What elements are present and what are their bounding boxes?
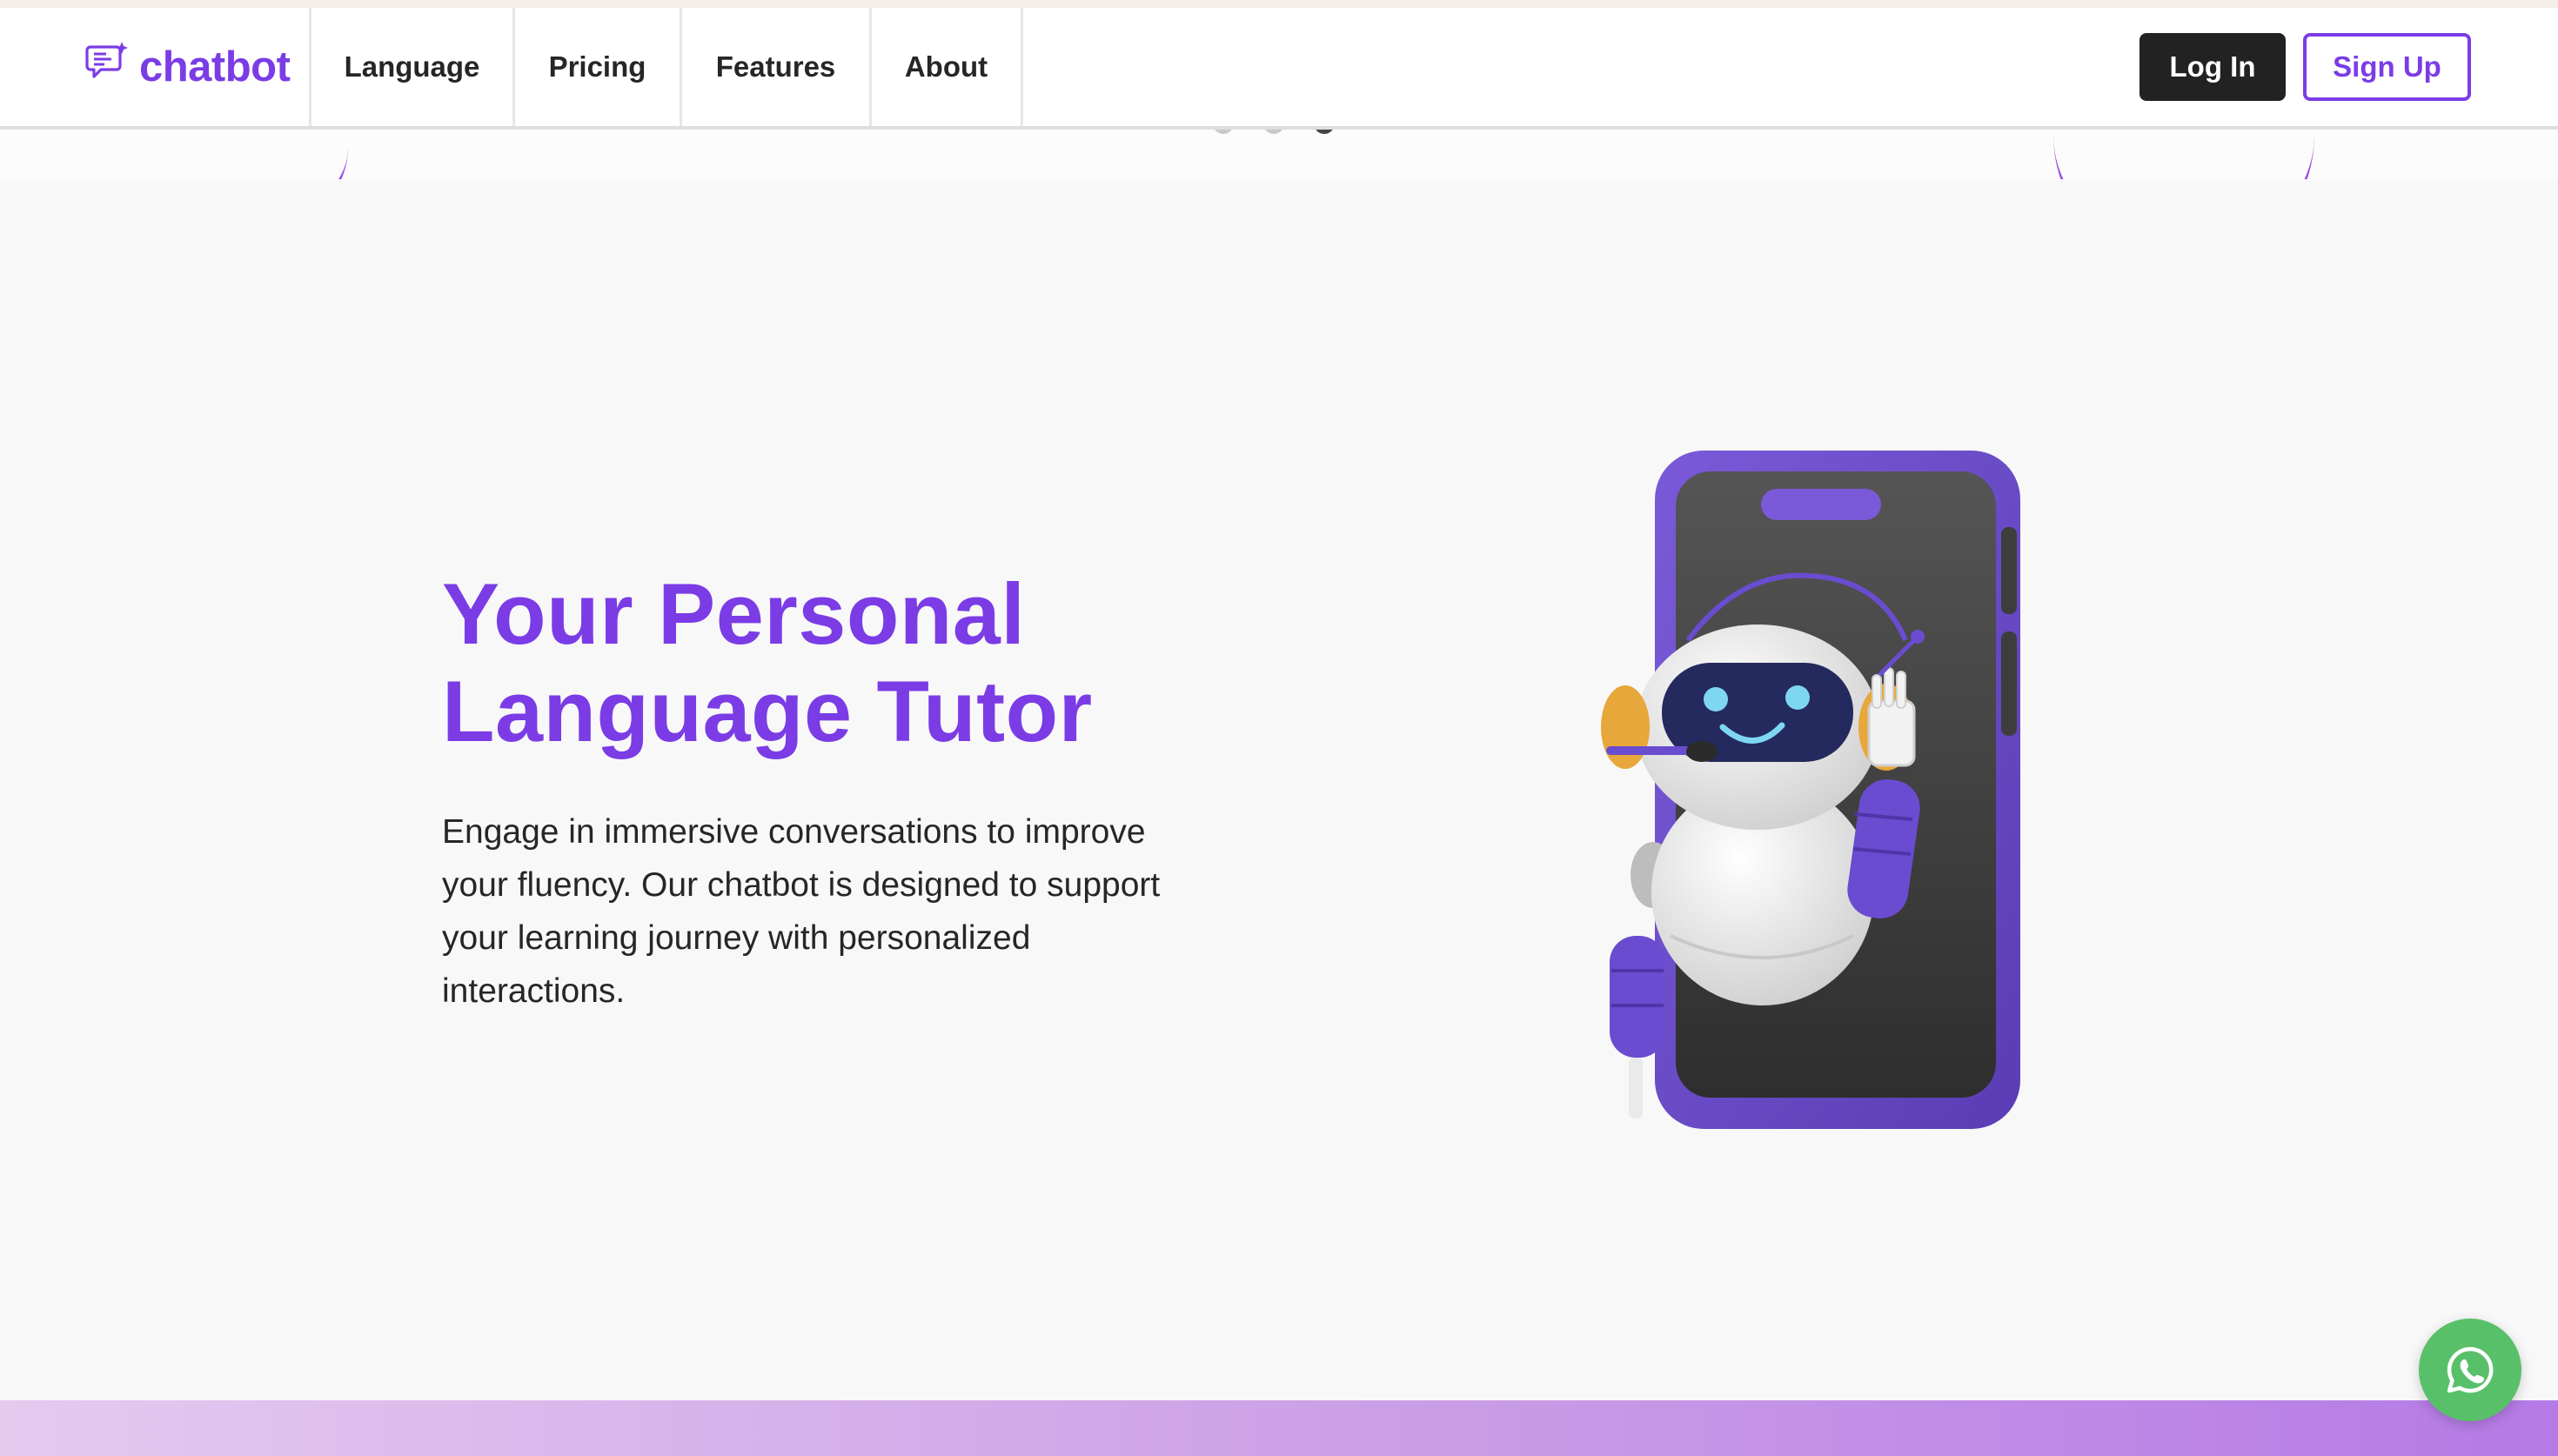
navbar: chatbot Language Pricing Features About … bbox=[0, 8, 2558, 130]
brand-logo[interactable]: chatbot bbox=[0, 8, 311, 126]
hero-title-line-2: Language Tutor bbox=[442, 663, 1093, 759]
carousel-remnant bbox=[0, 122, 2558, 179]
nav-pricing[interactable]: Pricing bbox=[515, 8, 682, 126]
brand-name: chatbot bbox=[139, 43, 291, 90]
top-accent-bar bbox=[0, 0, 2558, 8]
login-button[interactable]: Log In bbox=[2139, 33, 2286, 101]
page: chatbot Language Pricing Features About … bbox=[0, 0, 2558, 1456]
nav-features[interactable]: Features bbox=[682, 8, 872, 126]
decorative-blob-left bbox=[0, 122, 348, 179]
nav-about[interactable]: About bbox=[872, 8, 1023, 126]
hero-section: Your Personal Language Tutor Engage in i… bbox=[442, 565, 1173, 1018]
bottom-gradient-band bbox=[0, 1400, 2558, 1456]
hero-title: Your Personal Language Tutor bbox=[442, 565, 1173, 760]
hero-title-line-1: Your Personal bbox=[442, 565, 1026, 662]
hero-description: Engage in immersive conversations to imp… bbox=[442, 813, 1161, 1010]
signup-button[interactable]: Sign Up bbox=[2303, 33, 2471, 101]
whatsapp-icon bbox=[2447, 1346, 2494, 1393]
chat-sparkle-icon bbox=[85, 42, 128, 78]
robot-phone-illustration bbox=[1601, 451, 2020, 1129]
nav-language[interactable]: Language bbox=[311, 8, 515, 126]
auth-actions: Log In Sign Up bbox=[2139, 8, 2558, 126]
whatsapp-button[interactable] bbox=[2419, 1319, 2521, 1421]
decorative-blob-right bbox=[2053, 122, 2314, 179]
